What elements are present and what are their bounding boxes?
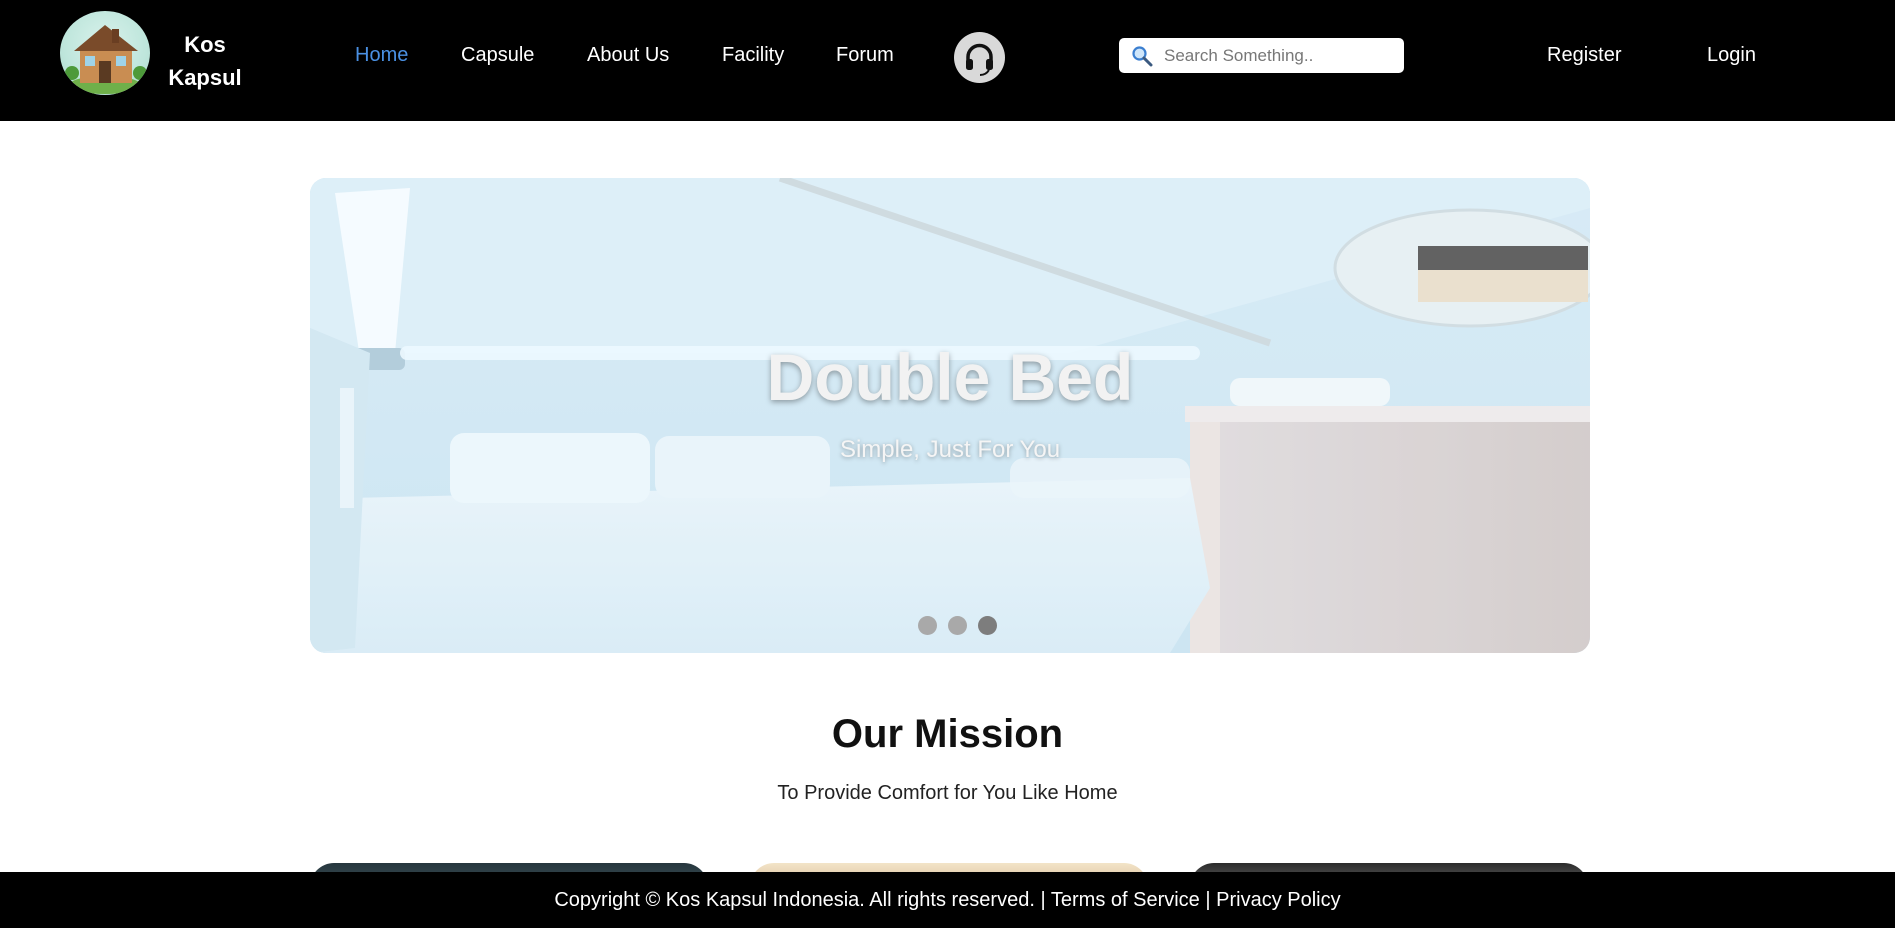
footer-separator: | xyxy=(1205,889,1211,911)
brand-name-line2: Kapsul xyxy=(168,65,242,90)
mission-heading: Our Mission xyxy=(831,712,1064,756)
nav-facility[interactable]: Facility xyxy=(722,44,784,67)
mission-subtitle: To Provide Comfort for You Like Home xyxy=(777,782,1118,804)
terms-of-service-link[interactable]: Terms of Service xyxy=(1051,889,1200,911)
nav-home[interactable]: Home xyxy=(355,44,408,67)
nav-forum[interactable]: Forum xyxy=(836,44,894,67)
brand-name-line1: Kos xyxy=(184,32,226,57)
logo-house-icon[interactable] xyxy=(60,11,150,95)
search-bar xyxy=(1119,38,1404,73)
support-button[interactable] xyxy=(954,32,1005,83)
carousel-dot-1[interactable] xyxy=(918,616,937,635)
carousel-dot-3[interactable] xyxy=(978,616,997,635)
carousel-indicators xyxy=(918,616,997,635)
brand-name[interactable]: Kos Kapsul xyxy=(165,28,245,94)
footer-copyright: Copyright © Kos Kapsul Indonesia. All ri… xyxy=(554,889,1035,911)
hero-title: Double Bed xyxy=(766,340,1134,414)
hero-slide-image xyxy=(310,178,1590,653)
top-navbar: Kos Kapsul Home Capsule About Us Facilit… xyxy=(0,0,1895,121)
nav-about-us[interactable]: About Us xyxy=(587,44,669,67)
hero-subtitle: Simple, Just For You xyxy=(839,436,1061,463)
search-input[interactable] xyxy=(1164,45,1394,67)
headset-icon xyxy=(966,43,993,76)
register-link[interactable]: Register xyxy=(1547,44,1621,67)
nav-capsule[interactable]: Capsule xyxy=(461,44,534,67)
login-link[interactable]: Login xyxy=(1707,44,1756,67)
hero-carousel[interactable]: Double Bed Simple, Just For You xyxy=(310,178,1590,653)
footer: Copyright © Kos Kapsul Indonesia. All ri… xyxy=(0,872,1895,928)
footer-separator: | xyxy=(1040,889,1046,911)
privacy-policy-link[interactable]: Privacy Policy xyxy=(1216,889,1340,911)
carousel-dot-2[interactable] xyxy=(948,616,967,635)
search-icon[interactable] xyxy=(1131,45,1153,67)
